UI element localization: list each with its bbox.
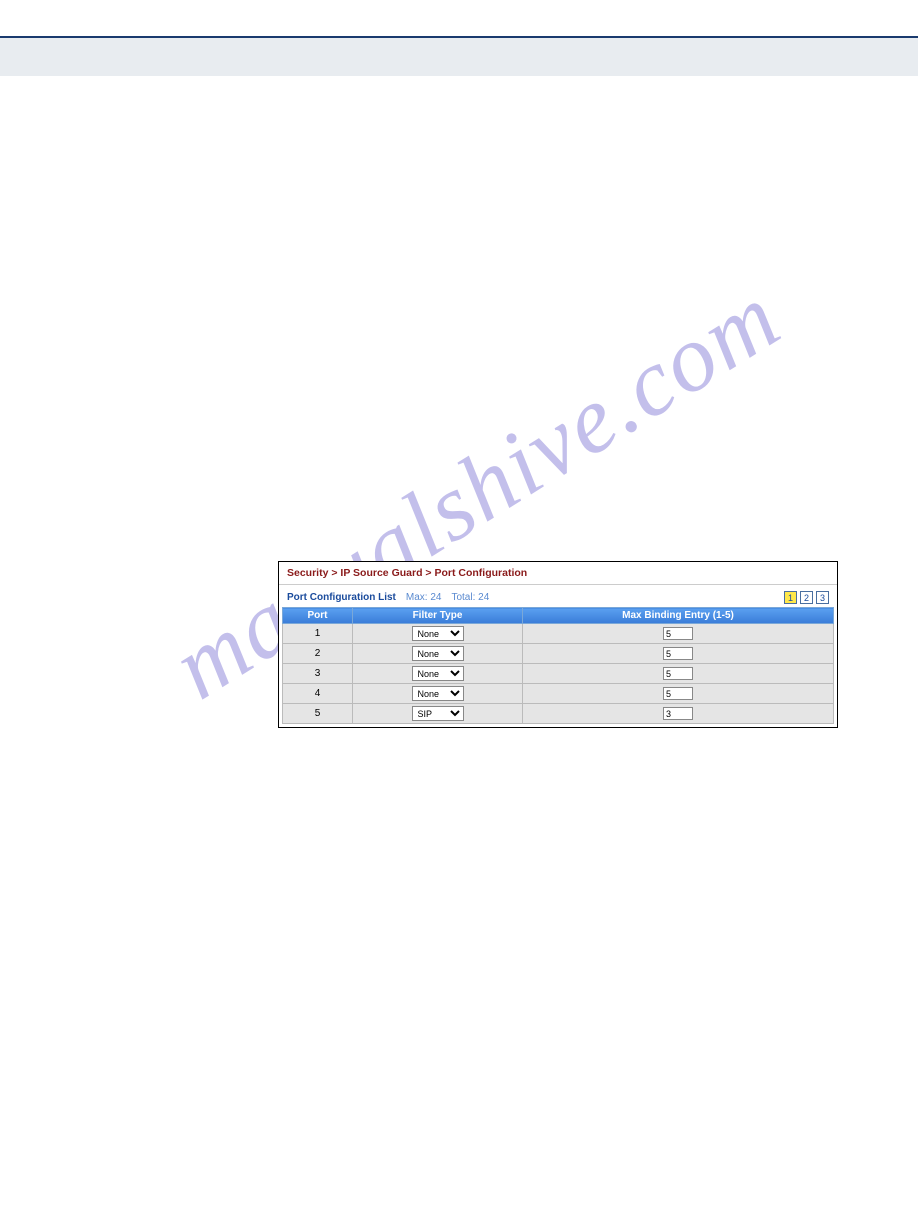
list-header-row: Port Configuration List Max: 24 Total: 2… (279, 585, 837, 607)
table-row: 2 None (283, 644, 834, 664)
filter-cell: SIP (353, 704, 523, 724)
max-binding-input[interactable] (663, 687, 693, 700)
filter-cell: None (353, 664, 523, 684)
binding-cell (523, 704, 834, 724)
port-config-table: Port Filter Type Max Binding Entry (1-5)… (282, 607, 834, 724)
col-port: Port (283, 608, 353, 624)
binding-cell (523, 664, 834, 684)
max-binding-input[interactable] (663, 667, 693, 680)
list-title: Port Configuration List (287, 592, 396, 603)
binding-cell (523, 684, 834, 704)
pager: 1 2 3 (784, 591, 829, 604)
port-number: 1 (283, 624, 353, 644)
list-max: Max: 24 (406, 592, 442, 603)
table-row: 1 None (283, 624, 834, 644)
filter-cell: None (353, 644, 523, 664)
max-binding-input[interactable] (663, 647, 693, 660)
port-number: 2 (283, 644, 353, 664)
port-config-figure: Security > IP Source Guard > Port Config… (278, 561, 838, 728)
port-number: 4 (283, 684, 353, 704)
col-filter-type: Filter Type (353, 608, 523, 624)
filter-cell: None (353, 624, 523, 644)
filter-type-select[interactable]: None (412, 666, 464, 681)
binding-cell (523, 644, 834, 664)
port-number: 5 (283, 704, 353, 724)
pager-page-2[interactable]: 2 (800, 591, 813, 604)
filter-type-select[interactable]: None (412, 686, 464, 701)
filter-type-select[interactable]: SIP (412, 706, 464, 721)
list-total: Total: 24 (451, 592, 489, 603)
pager-page-1[interactable]: 1 (784, 591, 797, 604)
breadcrumb: Security > IP Source Guard > Port Config… (279, 562, 837, 585)
filter-type-select[interactable]: None (412, 646, 464, 661)
filter-type-select[interactable]: None (412, 626, 464, 641)
max-binding-input[interactable] (663, 627, 693, 640)
port-number: 3 (283, 664, 353, 684)
pager-page-3[interactable]: 3 (816, 591, 829, 604)
table-header-row: Port Filter Type Max Binding Entry (1-5) (283, 608, 834, 624)
table-body: 1 None 2 None (283, 624, 834, 724)
col-max-binding: Max Binding Entry (1-5) (523, 608, 834, 624)
table-row: 3 None (283, 664, 834, 684)
max-binding-input[interactable] (663, 707, 693, 720)
table-row: 4 None (283, 684, 834, 704)
header-band (0, 38, 918, 76)
filter-cell: None (353, 684, 523, 704)
table-row: 5 SIP (283, 704, 834, 724)
binding-cell (523, 624, 834, 644)
